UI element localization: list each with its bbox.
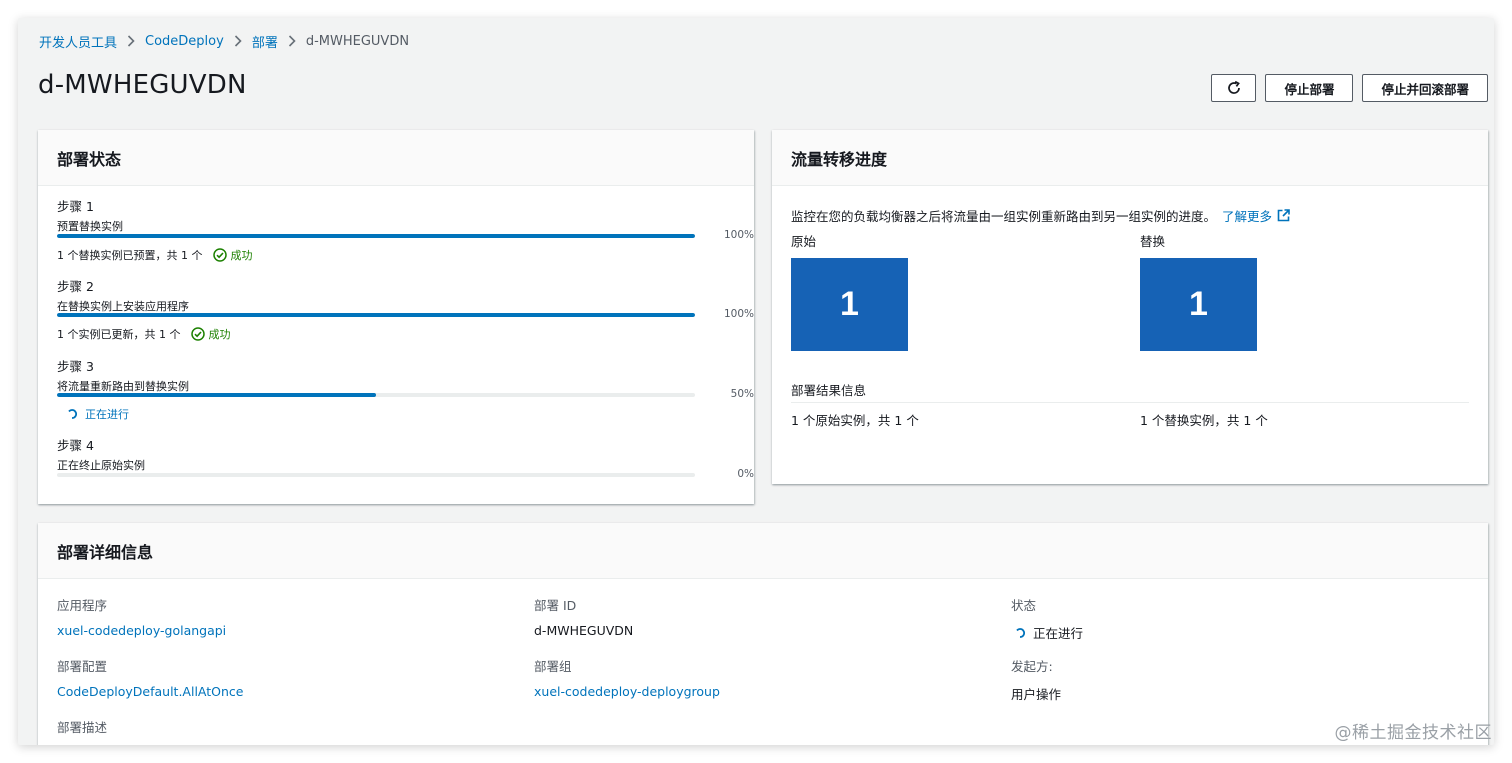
console-window: 开发人员工具 CodeDeploy 部署 d-MWHEGUVDN d-MWHEG… [18, 18, 1494, 745]
detail-value-wrap: CodeDeployDefault.AllAtOnce [57, 684, 243, 699]
breadcrumb-deployments[interactable]: 部署 [252, 32, 278, 51]
status-success: 成功 [190, 326, 231, 342]
step-title: 步骤 2 [57, 279, 94, 294]
detail-value-wrap: xuel-codedeploy-golangapi [57, 623, 226, 638]
step-footer: 正在进行 [67, 406, 129, 422]
detail-value-wrap: xuel-codedeploy-deploygroup [534, 684, 720, 699]
detail-label: 发起方: [1011, 659, 1053, 674]
deployment-id-value: d-MWHEGUVDN [534, 623, 634, 638]
status-text: 正在进行 [85, 408, 129, 421]
detail-group: 部署组 xuel-codedeploy-deploygroup [534, 656, 720, 699]
step-description: 正在终止原始实例 [57, 459, 145, 472]
status-text: 成功 [208, 328, 231, 341]
learn-more-text: 了解更多 [1222, 209, 1273, 224]
status-in-progress: 正在进行 [67, 406, 129, 422]
step-footer: 1 个替换实例已预置，共 1 个 成功 [57, 247, 253, 263]
status-in-progress: 正在进行 [1011, 623, 1083, 642]
panel-header: 部署状态 [38, 130, 754, 186]
replacement-instance-count: 1 [1140, 258, 1257, 351]
detail-label: 部署配置 [57, 659, 108, 674]
detail-label: 部署组 [534, 659, 572, 674]
spinner-icon [67, 409, 85, 419]
status-success: 成功 [212, 247, 253, 263]
chevron-right-icon [234, 35, 242, 47]
progress-percent: 100% [723, 308, 754, 320]
result-title: 部署结果信息 [791, 383, 867, 398]
progress-percent: 50% [730, 388, 754, 400]
application-link[interactable]: xuel-codedeploy-golangapi [57, 623, 226, 638]
detail-initiator: 发起方: 用户操作 [1011, 656, 1061, 703]
breadcrumb-codedeploy[interactable]: CodeDeploy [145, 34, 224, 49]
status-text: 正在进行 [1033, 626, 1084, 641]
chevron-right-icon [288, 35, 296, 47]
learn-more-link[interactable]: 了解更多 [1222, 206, 1290, 225]
progress-bar [57, 234, 695, 238]
progress-bar [57, 313, 695, 317]
stop-deployment-button[interactable]: 停止部署 [1265, 74, 1354, 102]
detail-label: 部署 ID [534, 598, 577, 613]
step-footer: 1 个实例已更新，共 1 个 成功 [57, 326, 231, 342]
status-text: 成功 [230, 249, 253, 262]
panel-title: 部署状态 [57, 149, 122, 169]
step-title: 步骤 1 [57, 199, 94, 214]
deployment-details-panel: 部署详细信息 应用程序 xuel-codedeploy-golangapi 部署… [38, 523, 1488, 745]
check-circle-icon [212, 248, 231, 262]
panel-title: 流量转移进度 [791, 149, 888, 169]
traffic-description: 监控在您的负载均衡器之后将流量由一组实例重新路由到另一组实例的进度。 了解更多 [791, 206, 1290, 225]
progress-bar [57, 473, 695, 477]
external-link-icon [1272, 209, 1290, 222]
original-result: 1 个原始实例，共 1 个 [791, 413, 919, 428]
watermark: @稀土掘金技术社区 [1334, 723, 1492, 743]
replacement-result: 1 个替换实例，共 1 个 [1140, 413, 1268, 428]
detail-label: 状态 [1011, 598, 1037, 613]
divider [791, 402, 1469, 403]
spinner-icon [1015, 627, 1033, 638]
detail-description: 部署描述 [57, 717, 107, 736]
detail-deployment-id: 部署 ID d-MWHEGUVDN [534, 595, 633, 638]
step-description: 将流量重新路由到替换实例 [57, 380, 189, 393]
original-label: 原始 [791, 234, 817, 249]
traffic-shifting-panel: 流量转移进度 监控在您的负载均衡器之后将流量由一组实例重新路由到另一组实例的进度… [772, 130, 1488, 484]
deployment-status-panel: 部署状态 步骤 1 预置替换实例 100% 1 个替换实例已预置，共 1 个 成… [38, 130, 754, 504]
panel-header: 流量转移进度 [772, 130, 1488, 186]
panel-title: 部署详细信息 [57, 542, 154, 562]
detail-label: 应用程序 [57, 598, 108, 613]
progress-percent: 100% [723, 229, 754, 241]
step-title: 步骤 4 [57, 438, 94, 453]
check-circle-icon [190, 327, 209, 341]
step-title: 步骤 3 [57, 359, 94, 374]
refresh-button[interactable] [1211, 74, 1257, 102]
detail-application: 应用程序 xuel-codedeploy-golangapi [57, 595, 226, 638]
breadcrumb-developer-tools[interactable]: 开发人员工具 [39, 32, 117, 51]
page-title: d-MWHEGUVDN [38, 70, 247, 100]
description-text: 监控在您的负载均衡器之后将流量由一组实例重新路由到另一组实例的进度。 [791, 209, 1217, 224]
detail-status: 状态 正在进行 [1011, 595, 1083, 642]
step-description: 预置替换实例 [57, 220, 123, 233]
step-3: 步骤 3 将流量重新路由到替换实例 50% 正在进行 [57, 356, 754, 422]
step-summary: 1 个实例已更新，共 1 个 [57, 328, 181, 341]
refresh-icon [1226, 80, 1242, 96]
replacement-label: 替换 [1140, 234, 1166, 249]
breadcrumb: 开发人员工具 CodeDeploy 部署 d-MWHEGUVDN [39, 32, 410, 51]
step-4: 步骤 4 正在终止原始实例 0% [57, 435, 754, 485]
stop-and-rollback-button[interactable]: 停止并回滚部署 [1362, 74, 1488, 102]
detail-label: 部署描述 [57, 720, 108, 735]
initiator-value: 用户操作 [1011, 687, 1062, 702]
header-actions: 停止部署 停止并回滚部署 [1211, 74, 1488, 102]
breadcrumb-current: d-MWHEGUVDN [305, 33, 410, 49]
original-instance-count: 1 [791, 258, 908, 351]
panel-header: 部署详细信息 [38, 523, 1488, 579]
step-2: 步骤 2 在替换实例上安装应用程序 100% 1 个实例已更新，共 1 个 成功 [57, 276, 754, 342]
detail-config: 部署配置 CodeDeployDefault.AllAtOnce [57, 656, 243, 699]
deployment-config-link[interactable]: CodeDeployDefault.AllAtOnce [57, 684, 243, 699]
step-description: 在替换实例上安装应用程序 [57, 300, 189, 313]
progress-percent: 0% [737, 468, 754, 480]
step-summary: 1 个替换实例已预置，共 1 个 [57, 249, 203, 262]
progress-bar [57, 393, 695, 397]
chevron-right-icon [127, 35, 135, 47]
step-1: 步骤 1 预置替换实例 100% 1 个替换实例已预置，共 1 个 成功 [57, 196, 754, 262]
deployment-group-link[interactable]: xuel-codedeploy-deploygroup [534, 684, 720, 699]
